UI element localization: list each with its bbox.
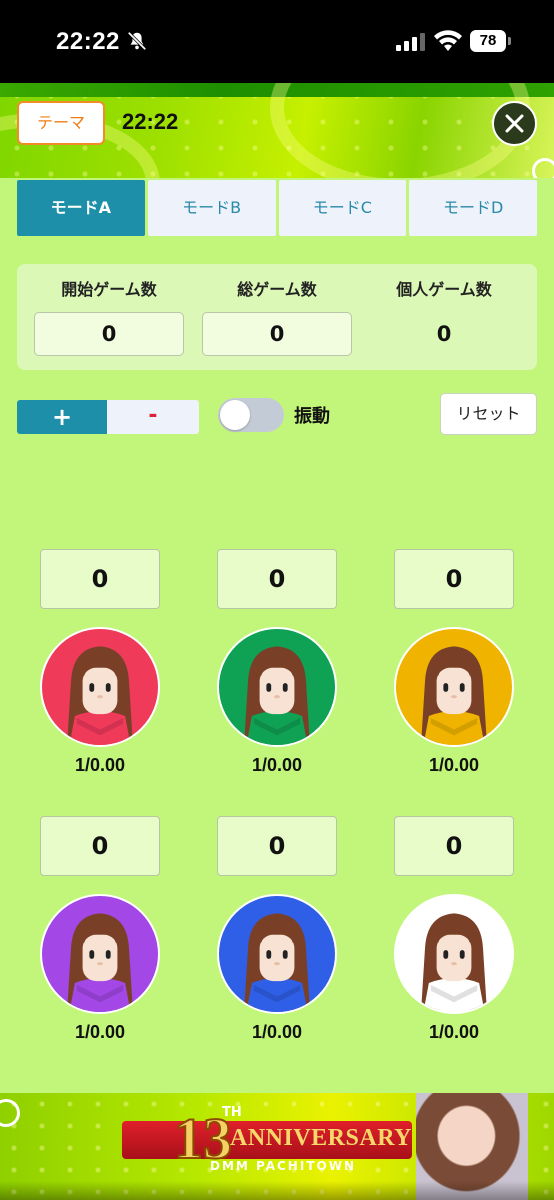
main-content: モードA モードB モードC モードD 開始ゲーム数 0 総ゲーム数 0 個人ゲ… bbox=[0, 178, 554, 1093]
person-icon bbox=[67, 646, 133, 745]
toggle-knob bbox=[220, 400, 250, 430]
player-card: 0 1/0.00 bbox=[392, 816, 516, 1043]
reset-button[interactable]: リセット bbox=[440, 393, 537, 435]
status-time: 22:22 bbox=[56, 28, 120, 55]
player-card: 0 1/0.00 bbox=[38, 549, 162, 776]
header-wave bbox=[270, 83, 530, 178]
vibration-toggle[interactable] bbox=[218, 398, 284, 432]
player-rate: 1/0.00 bbox=[251, 755, 303, 775]
close-icon bbox=[505, 114, 524, 133]
player-avatar[interactable] bbox=[394, 894, 514, 1014]
player-score[interactable]: 0 bbox=[394, 549, 514, 609]
tab-mode-b[interactable]: モードB bbox=[147, 180, 276, 236]
player-avatar[interactable] bbox=[40, 627, 160, 747]
game-counters: 開始ゲーム数 0 総ゲーム数 0 個人ゲーム数 0 bbox=[17, 264, 537, 370]
personal-games-label: 個人ゲーム数 bbox=[396, 280, 492, 299]
vibration-label: 振動 bbox=[294, 406, 330, 427]
header-time: 22:22 bbox=[122, 109, 179, 134]
plus-minus-toggle: + - bbox=[17, 400, 199, 434]
theme-button[interactable]: テーマ bbox=[17, 101, 105, 145]
anniversary-banner[interactable]: 13 TH ANNIVERSARY DMM PACHITOWN bbox=[0, 1093, 554, 1200]
bell-slash-icon bbox=[127, 31, 147, 51]
player-rate: 1/0.00 bbox=[74, 1022, 126, 1042]
player-score[interactable]: 0 bbox=[394, 816, 514, 876]
player-avatar[interactable] bbox=[394, 627, 514, 747]
player-score[interactable]: 0 bbox=[217, 816, 337, 876]
banner-title: ANNIVERSARY bbox=[230, 1125, 413, 1151]
plus-button[interactable]: + bbox=[17, 400, 107, 434]
start-games-input[interactable]: 0 bbox=[34, 312, 184, 356]
minus-button[interactable]: - bbox=[107, 400, 199, 434]
person-icon bbox=[421, 913, 487, 1012]
person-icon bbox=[244, 646, 310, 745]
person-icon bbox=[244, 913, 310, 1012]
person-icon bbox=[421, 646, 487, 745]
tab-mode-d[interactable]: モードD bbox=[409, 180, 537, 236]
battery-icon: 78 bbox=[470, 30, 511, 52]
player-score[interactable]: 0 bbox=[40, 549, 160, 609]
player-avatar[interactable] bbox=[40, 894, 160, 1014]
start-games-label: 開始ゲーム数 bbox=[61, 280, 157, 299]
personal-games-value: 0 bbox=[436, 322, 452, 346]
total-games-label: 総ゲーム数 bbox=[237, 280, 317, 299]
player-score[interactable]: 0 bbox=[40, 816, 160, 876]
banner-shade bbox=[0, 1181, 554, 1200]
person-icon bbox=[67, 913, 133, 1012]
player-rate: 1/0.00 bbox=[74, 755, 126, 775]
player-score[interactable]: 0 bbox=[217, 549, 337, 609]
player-rate: 1/0.00 bbox=[428, 755, 480, 775]
personal-games-counter: 個人ゲーム数 0 bbox=[369, 278, 519, 356]
mode-tabs: モードA モードB モードC モードD bbox=[17, 180, 537, 236]
close-button[interactable] bbox=[492, 101, 537, 146]
wifi-icon bbox=[434, 30, 462, 51]
tab-mode-c[interactable]: モードC bbox=[278, 180, 407, 236]
player-avatar[interactable] bbox=[217, 627, 337, 747]
app-header: テーマ 22:22 bbox=[0, 83, 554, 178]
player-card: 0 1/0.00 bbox=[392, 549, 516, 776]
tab-mode-a[interactable]: モードA bbox=[17, 180, 145, 236]
total-games-input[interactable]: 0 bbox=[202, 312, 352, 356]
start-games-counter: 開始ゲーム数 0 bbox=[34, 278, 184, 356]
player-avatar[interactable] bbox=[217, 894, 337, 1014]
status-bar: 22:22 78 bbox=[0, 0, 554, 83]
player-card: 0 1/0.00 bbox=[215, 816, 339, 1043]
player-card: 0 1/0.00 bbox=[38, 816, 162, 1043]
player-rate: 1/0.00 bbox=[251, 1022, 303, 1042]
total-games-counter: 総ゲーム数 0 bbox=[202, 278, 352, 356]
controls-row: + - 振動 リセット bbox=[17, 393, 537, 442]
player-rate: 1/0.00 bbox=[428, 1022, 480, 1042]
signal-icon bbox=[396, 33, 425, 51]
banner-brand: DMM PACHITOWN bbox=[210, 1159, 356, 1173]
player-card: 0 1/0.00 bbox=[215, 549, 339, 776]
banner-suffix: TH bbox=[222, 1105, 242, 1120]
